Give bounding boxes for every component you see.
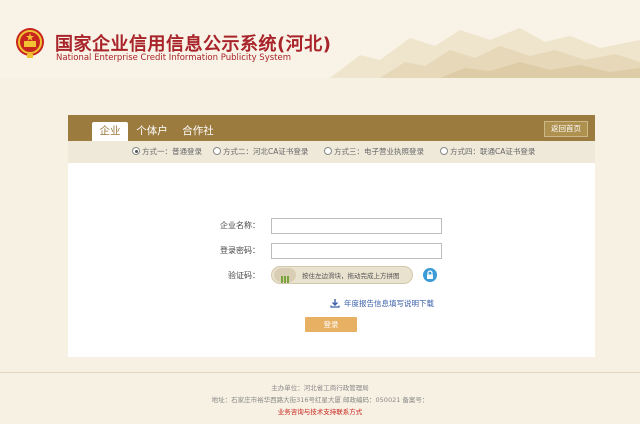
- login-method-hebei-ca[interactable]: 方式二：河北CA证书登录: [213, 146, 308, 158]
- company-name-input[interactable]: [271, 218, 442, 234]
- site-subtitle: National Enterprise Credit Information P…: [56, 53, 291, 63]
- captcha-slider: 按住左边滑块，拖动完成上方拼图: [271, 266, 413, 284]
- radio-selected-icon: [132, 147, 140, 155]
- login-panel: 企业 个体户 合作社 返回首页 方式一：普通登录 方式二：河北CA证书登录 方式…: [68, 115, 595, 357]
- tab-enterprise[interactable]: 企业: [92, 122, 128, 141]
- login-button[interactable]: 登录: [305, 317, 357, 332]
- annual-report-guide-download-link[interactable]: 年度报告信息填写说明下载: [330, 298, 434, 310]
- footer-sponsor: 主办单位：河北省工商行政管理局: [271, 384, 369, 392]
- radio-icon: [213, 147, 221, 155]
- site-header: 国家企业信用信息公示系统(河北) National Enterprise Cre…: [0, 0, 640, 78]
- national-emblem-icon: [16, 28, 44, 58]
- login-method-bar: 方式一：普通登录 方式二：河北CA证书登录 方式三：电子营业执照登录 方式四：联…: [68, 141, 595, 163]
- refresh-lock-icon[interactable]: [423, 268, 437, 282]
- radio-icon: [440, 147, 448, 155]
- footer-address: 地址：石家庄市裕华西路大街316号红星大厦 邮政编码：050021 备案号：: [211, 396, 429, 404]
- slider-handle[interactable]: [274, 268, 296, 283]
- password-label: 登录密码：: [220, 246, 260, 255]
- login-method-normal[interactable]: 方式一：普通登录: [132, 146, 202, 158]
- footer-contact-link[interactable]: 业务咨询与技术支持联系方式: [0, 406, 640, 416]
- footer-divider: [0, 372, 640, 373]
- login-method-unicom-ca[interactable]: 方式四：联通CA证书登录: [440, 146, 535, 158]
- login-method-e-license[interactable]: 方式三：电子营业执照登录: [324, 146, 424, 158]
- return-home-button[interactable]: 返回首页: [544, 121, 588, 137]
- company-name-label: 企业名称：: [220, 221, 260, 230]
- entity-type-tabbar: 企业 个体户 合作社 返回首页: [68, 115, 595, 141]
- slider-hint-text: 按住左边滑块，拖动完成上方拼图: [302, 272, 400, 280]
- captcha-label: 验证码：: [228, 271, 260, 280]
- password-input[interactable]: [271, 243, 442, 259]
- radio-icon: [324, 147, 332, 155]
- tab-cooperative[interactable]: 合作社: [178, 122, 218, 141]
- tab-individual-business[interactable]: 个体户: [132, 122, 172, 141]
- download-icon: [330, 299, 340, 308]
